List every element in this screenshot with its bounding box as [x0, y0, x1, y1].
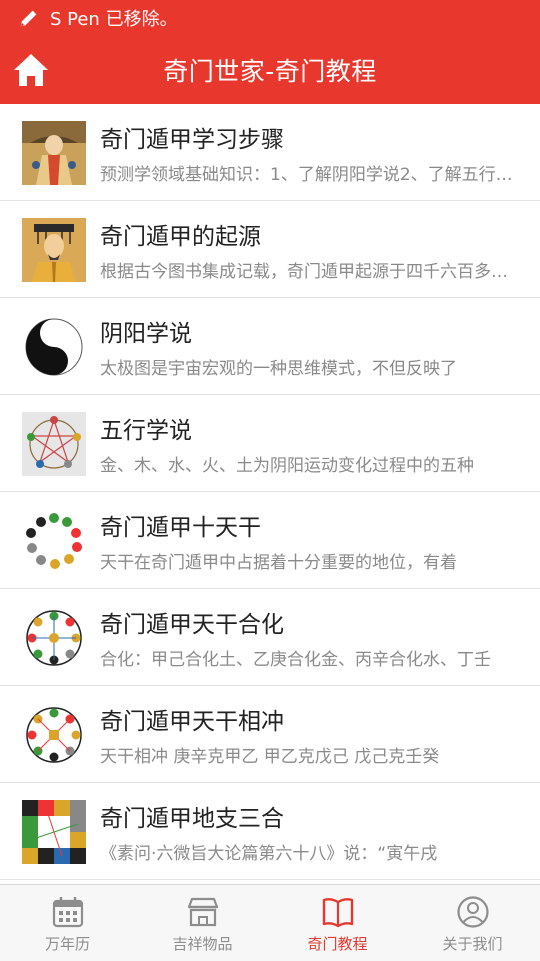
user-icon: [456, 896, 489, 928]
article-summary: 天干在奇门遁甲中占据着十分重要的地位，有着: [100, 553, 457, 573]
list-item[interactable]: 奇门遁甲十天干 天干在奇门遁甲中占据着十分重要的地位，有着: [0, 492, 540, 589]
tab-calendar[interactable]: 万年历: [0, 885, 135, 961]
status-text: S Pen 已移除。: [50, 9, 178, 30]
article-title: 阴阳学说: [100, 321, 192, 347]
tab-lucky-items[interactable]: 吉祥物品: [135, 885, 270, 961]
list-item[interactable]: 奇门遁甲天干相冲 天干相冲 庚辛克甲乙 甲乙克戊己 戊己克壬癸: [0, 686, 540, 783]
home-icon[interactable]: [12, 52, 50, 88]
five-elements-image: [22, 412, 86, 476]
article-summary: 根据古今图书集成记载，奇门遁甲起源于四千六百多年前: [100, 262, 520, 282]
article-summary: 天干相冲 庚辛克甲乙 甲乙克戊己 戊己克壬癸: [100, 747, 440, 767]
list-item[interactable]: 奇门遁甲地支三合 《素问·六微旨大论篇第六十八》说：“寅午戌: [0, 783, 540, 880]
stems-clash-image: [22, 703, 86, 767]
emperor-portrait-image: [22, 218, 86, 282]
tab-label: 吉祥物品: [172, 935, 233, 953]
book-icon: [322, 898, 353, 928]
header: 奇门世家-奇门教程: [0, 36, 540, 104]
list-item[interactable]: 阴阳学说 太极图是宇宙宏观的一种思维模式，不但反映了: [0, 298, 540, 395]
sage-figure-image: [22, 121, 86, 185]
article-summary: 《素问·六微旨大论篇第六十八》说：“寅午戌: [100, 844, 438, 864]
stems-combination-image: [22, 606, 86, 670]
article-title: 奇门遁甲学习步骤: [100, 127, 284, 153]
article-title: 奇门遁甲天干合化: [100, 612, 284, 638]
calendar-icon: [52, 897, 83, 928]
ten-stems-image: [22, 509, 86, 573]
yin-yang-image: [22, 315, 86, 379]
tab-label: 关于我们: [442, 935, 503, 953]
tab-label: 奇门教程: [307, 935, 368, 953]
bottom-tab-bar: 万年历 吉祥物品 奇门教程 关于我们: [0, 884, 540, 961]
article-summary: 金、木、水、火、土为阴阳运动变化过程中的五种: [100, 456, 474, 476]
article-summary: 预测学领域基础知识：1、了解阴阳学说2、了解五行学说: [100, 165, 520, 185]
status-bar: S Pen 已移除。: [0, 0, 540, 36]
article-title: 奇门遁甲十天干: [100, 515, 261, 541]
article-title: 五行学说: [100, 418, 192, 444]
branches-grid-image: [22, 800, 86, 864]
list-item[interactable]: 奇门遁甲学习步骤 预测学领域基础知识：1、了解阴阳学说2、了解五行学说: [0, 104, 540, 201]
list-item[interactable]: 奇门遁甲的起源 根据古今图书集成记载，奇门遁甲起源于四千六百多年前: [0, 201, 540, 298]
article-summary: 太极图是宇宙宏观的一种思维模式，不但反映了: [100, 359, 457, 379]
tab-label: 万年历: [44, 935, 90, 953]
list-item[interactable]: 五行学说 金、木、水、火、土为阴阳运动变化过程中的五种: [0, 395, 540, 492]
article-title: 奇门遁甲地支三合: [100, 806, 284, 832]
tab-qimen-tutorial[interactable]: 奇门教程: [270, 885, 405, 961]
article-summary: 合化：甲己合化土、乙庚合化金、丙辛合化水、丁壬: [100, 650, 491, 670]
tab-about-us[interactable]: 关于我们: [405, 885, 540, 961]
article-title: 奇门遁甲天干相冲: [100, 709, 284, 735]
article-list: 奇门遁甲学习步骤 预测学领域基础知识：1、了解阴阳学说2、了解五行学说 奇门遁甲…: [0, 104, 540, 884]
page-title: 奇门世家-奇门教程: [163, 57, 377, 86]
pen-icon: [20, 10, 37, 27]
list-item[interactable]: 奇门遁甲天干合化 合化：甲己合化土、乙庚合化金、丙辛合化水、丁壬: [0, 589, 540, 686]
shop-icon: [187, 897, 218, 927]
article-title: 奇门遁甲的起源: [100, 224, 261, 250]
